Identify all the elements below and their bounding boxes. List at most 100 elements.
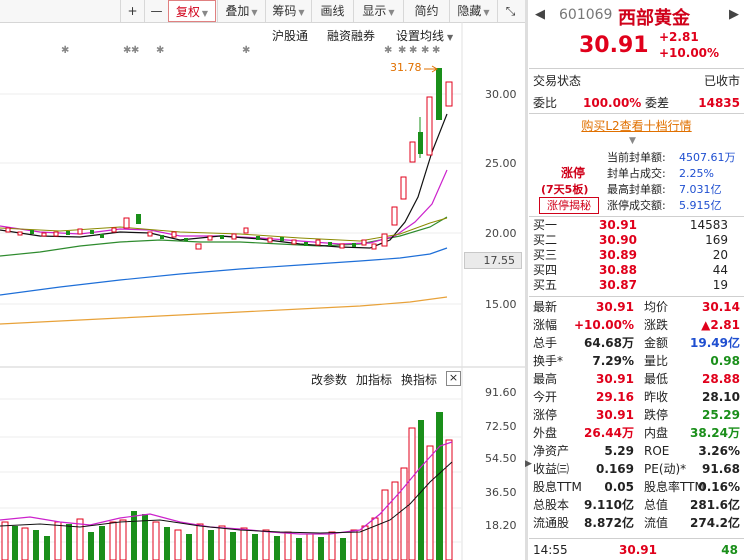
bid-row[interactable]: 买三 30.89 20 bbox=[533, 248, 742, 263]
stat-value: 38.24万 bbox=[690, 426, 740, 440]
stat-label: 最高 bbox=[533, 372, 558, 386]
price-change-pct: +10.00% bbox=[659, 46, 720, 60]
chevron-down-icon: ▼ bbox=[201, 9, 209, 18]
stat-value: 0.16% bbox=[698, 480, 740, 494]
crosshair-price-tag: 17.55 bbox=[464, 252, 522, 269]
chevron-down-icon[interactable]: ▼ bbox=[629, 136, 636, 146]
y-tick: 15.00 bbox=[485, 298, 517, 311]
xianshi-label: 显示 bbox=[362, 4, 387, 18]
zoom-out-button[interactable]: — bbox=[144, 0, 168, 22]
ma60-line bbox=[0, 247, 448, 296]
stock-code: 601069 bbox=[559, 7, 613, 23]
seal-label: 涨停成交额: bbox=[607, 199, 666, 212]
jiazhibiao-button[interactable]: 加指标 bbox=[356, 371, 392, 388]
y-tick: 25.00 bbox=[485, 157, 517, 170]
stat-value: 8.872亿 bbox=[584, 516, 634, 530]
stat-value: 30.14 bbox=[702, 300, 740, 314]
stat-row: 股息TTM 0.05 股息率TTM 0.16% bbox=[533, 478, 742, 496]
stat-value: 26.44万 bbox=[584, 426, 634, 440]
stat-row: 涨停 30.91 跌停 25.29 bbox=[533, 406, 742, 424]
stat-value: 29.16 bbox=[596, 390, 634, 404]
price-change: +2.81 bbox=[659, 30, 699, 44]
last-price: 30.91 bbox=[579, 33, 649, 58]
stat-value: +10.00% bbox=[573, 318, 634, 332]
stat-label: 最新 bbox=[533, 300, 558, 314]
prev-stock-arrow-icon[interactable]: ◀ bbox=[535, 7, 545, 22]
candlestick-chart[interactable] bbox=[0, 22, 525, 560]
weicha-value: 14835 bbox=[698, 96, 740, 110]
chart-toolbar: + — 复权 ▼ 叠加 ▼ 筹码 ▼ 画线 显示 ▼ 简约 隐藏 ▼ ⤡ bbox=[0, 0, 525, 23]
stat-label: 收益㈢ bbox=[533, 462, 570, 476]
seal-label: 最高封单额: bbox=[607, 183, 666, 196]
tick-row: 14:55 30.91 48 bbox=[533, 541, 742, 559]
stat-value: 5.29 bbox=[604, 444, 634, 458]
chart-area[interactable]: + — 复权 ▼ 叠加 ▼ 筹码 ▼ 画线 显示 ▼ 简约 隐藏 ▼ ⤡ 沪股通 融资融券… bbox=[0, 0, 525, 560]
stat-value: 274.2亿 bbox=[690, 516, 740, 530]
ind-y-tick: 18.20 bbox=[485, 519, 517, 532]
weibi-row: 委比 100.00% 委差 14835 bbox=[533, 94, 742, 112]
bid-label: 买四 bbox=[533, 263, 558, 277]
chevron-down-icon: ▼ bbox=[483, 8, 490, 17]
candles bbox=[5, 68, 453, 250]
stat-label: 流值 bbox=[644, 516, 669, 530]
expand-icon[interactable]: ⤡ bbox=[497, 0, 523, 22]
stat-label: 总手 bbox=[533, 336, 558, 350]
stat-row: 净资产 5.29 ROE 3.26% bbox=[533, 442, 742, 460]
stat-row: 最高 30.91 最低 28.88 bbox=[533, 370, 742, 388]
l2-upgrade-link[interactable]: 购买L2查看十档行情 bbox=[529, 117, 744, 134]
bid-row[interactable]: 买一 30.91 14583 bbox=[533, 218, 742, 233]
stock-name: 西部黄金 bbox=[618, 8, 690, 29]
bid-label: 买一 bbox=[533, 218, 558, 232]
next-stock-arrow-icon[interactable]: ▶ bbox=[729, 7, 739, 22]
bid-row[interactable]: 买二 30.90 169 bbox=[533, 233, 742, 248]
yincang-dropdown[interactable]: 隐藏 ▼ bbox=[449, 0, 497, 22]
stat-row: 最新 30.91 均价 30.14 bbox=[533, 298, 742, 316]
close-icon[interactable]: × bbox=[446, 371, 461, 386]
seal-row: 最高封单额: 7.031亿 bbox=[607, 182, 742, 198]
limit-up-reveal-button[interactable]: 涨停揭秘 bbox=[539, 197, 599, 214]
jianyue-button[interactable]: 简约 bbox=[403, 0, 449, 22]
zoom-in-button[interactable]: + bbox=[120, 0, 144, 22]
chouma-dropdown[interactable]: 筹码 ▼ bbox=[265, 0, 311, 22]
stat-row: 涨幅 +10.00% 涨跌 ▲2.81 bbox=[533, 316, 742, 334]
bid-row[interactable]: 买四 30.88 44 bbox=[533, 263, 742, 278]
bid-price: 30.88 bbox=[599, 263, 637, 277]
stat-label: 内盘 bbox=[644, 426, 669, 440]
fuquan-dropdown[interactable]: 复权 ▼ bbox=[168, 0, 216, 22]
stat-label: 跌停 bbox=[644, 408, 669, 422]
diejia-dropdown[interactable]: 叠加 ▼ bbox=[217, 0, 265, 22]
stat-row: 总手 64.68万 金额 19.49亿 bbox=[533, 334, 742, 352]
stat-value: 91.68 bbox=[702, 462, 740, 476]
stat-row: 收益㈢ 0.169 PE(动)* 91.68 bbox=[533, 460, 742, 478]
stat-label: 净资产 bbox=[533, 444, 570, 458]
y-tick: 20.00 bbox=[485, 227, 517, 240]
bid-price: 30.90 bbox=[599, 233, 637, 247]
zhangting-title: 涨停 bbox=[561, 166, 586, 180]
xianshi-dropdown[interactable]: 显示 ▼ bbox=[353, 0, 403, 22]
bid-label: 买二 bbox=[533, 233, 558, 247]
fuquan-label: 复权 bbox=[175, 5, 200, 19]
chevron-down-icon: ▼ bbox=[251, 8, 258, 17]
stat-value: 28.88 bbox=[702, 372, 740, 386]
gaicanshu-button[interactable]: 改参数 bbox=[311, 371, 347, 388]
stat-label: 总股本 bbox=[533, 498, 570, 512]
bid-row[interactable]: 买五 30.87 19 bbox=[533, 278, 742, 293]
stat-label: 金额 bbox=[644, 336, 669, 350]
stat-label: 股息率TTM bbox=[644, 480, 705, 494]
y-tick: 30.00 bbox=[485, 88, 517, 101]
ma120-line bbox=[0, 296, 448, 325]
stat-value: 9.110亿 bbox=[584, 498, 634, 512]
diejia-label: 叠加 bbox=[225, 4, 250, 18]
ind-y-tick: 91.60 bbox=[485, 386, 517, 399]
stat-value: 25.29 bbox=[702, 408, 740, 422]
stat-label: ROE bbox=[644, 444, 670, 458]
huanzhibiao-button[interactable]: 换指标 bbox=[401, 371, 437, 388]
stat-label: 外盘 bbox=[533, 426, 558, 440]
panel-splitter[interactable] bbox=[525, 0, 528, 560]
stat-value: 281.6亿 bbox=[690, 498, 740, 512]
bid-volume: 20 bbox=[712, 248, 728, 262]
bid-volume: 169 bbox=[705, 233, 728, 247]
bid-volume: 44 bbox=[712, 263, 728, 277]
stat-value: 30.91 bbox=[596, 408, 634, 422]
huaxian-button[interactable]: 画线 bbox=[311, 0, 353, 22]
